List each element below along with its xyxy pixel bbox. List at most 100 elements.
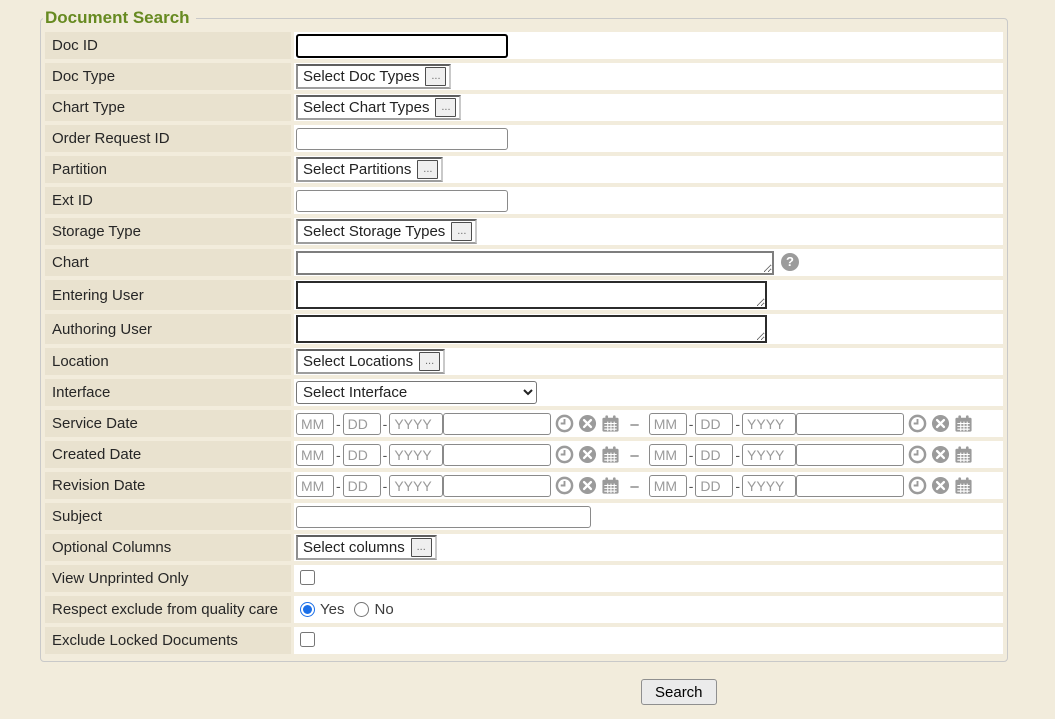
calendar-icon[interactable] bbox=[601, 445, 620, 464]
service-date-to-day-input[interactable] bbox=[695, 413, 733, 435]
interface-select[interactable]: Select Interface bbox=[296, 381, 537, 404]
revision-date-from-month-input[interactable] bbox=[296, 475, 334, 497]
clock-icon[interactable] bbox=[908, 445, 927, 464]
partition-picker[interactable]: Select Partitions... bbox=[296, 157, 443, 182]
document-search-fieldset: Document Search Doc ID Doc TypeSelect Doc… bbox=[40, 8, 1008, 662]
row-label-partition: Partition bbox=[45, 156, 291, 183]
row-label-service-date: Service Date bbox=[45, 410, 291, 437]
created-date-from-day-input[interactable] bbox=[343, 444, 381, 466]
storage-type-picker-button[interactable]: ... bbox=[451, 222, 472, 241]
revision-date-to-time-input[interactable] bbox=[796, 475, 904, 497]
clear-icon[interactable] bbox=[578, 445, 597, 464]
date-field-separator: - bbox=[383, 416, 388, 432]
revision-date-to-day-input[interactable] bbox=[695, 475, 733, 497]
view-unprinted-only-checkbox[interactable] bbox=[300, 570, 315, 585]
doc-type-picker[interactable]: Select Doc Types... bbox=[296, 64, 451, 89]
form-row-doc-id: Doc ID bbox=[45, 32, 1003, 59]
form-row-order-request-id: Order Request ID bbox=[45, 125, 1003, 152]
revision-date-from-time-input[interactable] bbox=[443, 475, 551, 497]
form-row-authoring-user: Authoring User bbox=[45, 314, 1003, 344]
ext-id-input[interactable] bbox=[296, 190, 508, 212]
row-label-authoring-user: Authoring User bbox=[45, 314, 291, 344]
calendar-icon[interactable] bbox=[601, 414, 620, 433]
authoring-user-textarea[interactable] bbox=[296, 315, 767, 343]
date-field-separator: - bbox=[689, 447, 694, 463]
calendar-icon[interactable] bbox=[954, 414, 973, 433]
service-date-to-month-input[interactable] bbox=[649, 413, 687, 435]
help-icon[interactable]: ? bbox=[781, 253, 799, 271]
location-picker[interactable]: Select Locations... bbox=[296, 349, 445, 374]
clock-icon[interactable] bbox=[555, 414, 574, 433]
calendar-icon[interactable] bbox=[954, 476, 973, 495]
date-field-separator: - bbox=[735, 478, 740, 494]
row-value-revision-date: --–-- bbox=[294, 472, 1003, 499]
created-date-to-year-input[interactable] bbox=[742, 444, 796, 466]
date-field-separator: - bbox=[336, 478, 341, 494]
row-label-view-unprinted-only: View Unprinted Only bbox=[45, 565, 291, 592]
location-picker-button[interactable]: ... bbox=[419, 352, 440, 371]
clock-icon[interactable] bbox=[555, 445, 574, 464]
clear-icon[interactable] bbox=[578, 476, 597, 495]
form-row-storage-type: Storage TypeSelect Storage Types... bbox=[45, 218, 1003, 245]
optional-columns-picker-button[interactable]: ... bbox=[411, 538, 432, 557]
doc-type-picker-button[interactable]: ... bbox=[425, 67, 446, 86]
row-label-doc-id: Doc ID bbox=[45, 32, 291, 59]
clear-icon[interactable] bbox=[578, 414, 597, 433]
clock-icon[interactable] bbox=[908, 414, 927, 433]
chart-type-picker[interactable]: Select Chart Types... bbox=[296, 95, 461, 120]
service-date-from-date-group: -- bbox=[296, 413, 620, 435]
chart-type-picker-button[interactable]: ... bbox=[435, 98, 456, 117]
row-value-ext-id bbox=[294, 187, 1003, 214]
service-date-from-time-input[interactable] bbox=[443, 413, 551, 435]
row-label-subject: Subject bbox=[45, 503, 291, 530]
order-request-id-input[interactable] bbox=[296, 128, 508, 150]
optional-columns-picker[interactable]: Select columns... bbox=[296, 535, 437, 560]
fieldset-legend: Document Search bbox=[43, 8, 196, 28]
clear-icon[interactable] bbox=[931, 476, 950, 495]
respect-exclude-from-quality-care-radio-no[interactable] bbox=[354, 602, 369, 617]
revision-date-from-date-group: -- bbox=[296, 475, 620, 497]
storage-type-picker[interactable]: Select Storage Types... bbox=[296, 219, 477, 244]
revision-date-from-day-input[interactable] bbox=[343, 475, 381, 497]
respect-exclude-from-quality-care-radio-yes[interactable] bbox=[300, 602, 315, 617]
form-row-doc-type: Doc TypeSelect Doc Types... bbox=[45, 63, 1003, 90]
created-date-from-year-input[interactable] bbox=[389, 444, 443, 466]
clock-icon[interactable] bbox=[555, 476, 574, 495]
clock-icon[interactable] bbox=[908, 476, 927, 495]
service-date-from-month-input[interactable] bbox=[296, 413, 334, 435]
service-date-from-day-input[interactable] bbox=[343, 413, 381, 435]
service-date-to-time-input[interactable] bbox=[796, 413, 904, 435]
form-row-revision-date: Revision Date--–-- bbox=[45, 472, 1003, 499]
revision-date-from-year-input[interactable] bbox=[389, 475, 443, 497]
revision-date-to-month-input[interactable] bbox=[649, 475, 687, 497]
row-value-entering-user bbox=[294, 280, 1003, 310]
created-date-from-month-input[interactable] bbox=[296, 444, 334, 466]
calendar-icon[interactable] bbox=[601, 476, 620, 495]
chart-textarea[interactable] bbox=[296, 251, 774, 275]
row-value-created-date: --–-- bbox=[294, 441, 1003, 468]
row-label-interface: Interface bbox=[45, 379, 291, 406]
search-button[interactable]: Search bbox=[641, 679, 717, 705]
row-label-ext-id: Ext ID bbox=[45, 187, 291, 214]
service-date-to-year-input[interactable] bbox=[742, 413, 796, 435]
partition-picker-label: Select Partitions bbox=[303, 161, 411, 178]
clear-icon[interactable] bbox=[931, 445, 950, 464]
storage-type-picker-label: Select Storage Types bbox=[303, 223, 445, 240]
doc-id-input[interactable] bbox=[296, 34, 508, 58]
service-date-from-year-input[interactable] bbox=[389, 413, 443, 435]
partition-picker-button[interactable]: ... bbox=[417, 160, 438, 179]
created-date-to-day-input[interactable] bbox=[695, 444, 733, 466]
calendar-icon[interactable] bbox=[954, 445, 973, 464]
entering-user-textarea[interactable] bbox=[296, 281, 767, 309]
clear-icon[interactable] bbox=[931, 414, 950, 433]
row-value-view-unprinted-only bbox=[294, 565, 1003, 592]
subject-input[interactable] bbox=[296, 506, 591, 528]
created-date-to-month-input[interactable] bbox=[649, 444, 687, 466]
revision-date-to-year-input[interactable] bbox=[742, 475, 796, 497]
date-field-separator: - bbox=[383, 478, 388, 494]
created-date-from-time-input[interactable] bbox=[443, 444, 551, 466]
form-row-exclude-locked-documents: Exclude Locked Documents bbox=[45, 627, 1003, 654]
exclude-locked-documents-checkbox[interactable] bbox=[300, 632, 315, 647]
created-date-to-time-input[interactable] bbox=[796, 444, 904, 466]
created-date-to-date-group: -- bbox=[649, 444, 973, 466]
